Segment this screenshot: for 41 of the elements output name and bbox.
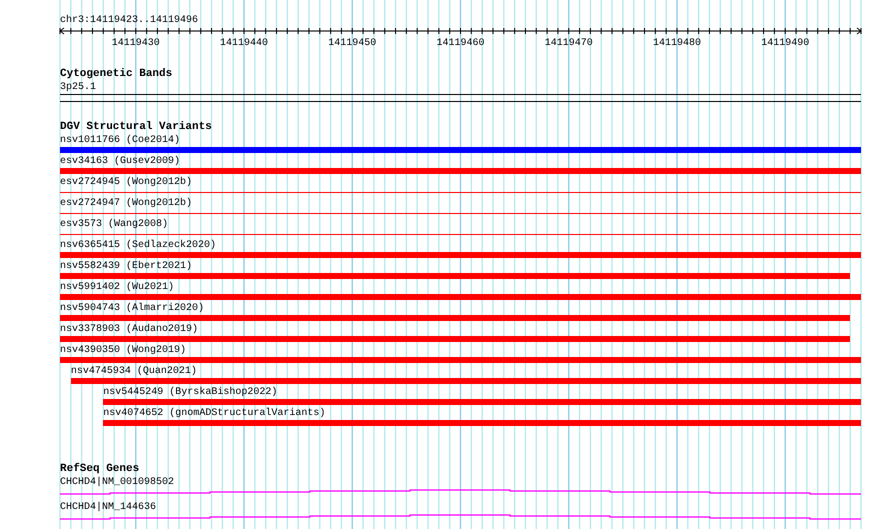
variant-label: esv3573 (Wang2008)	[60, 218, 168, 231]
location-label: chr3:14119423..14119496	[60, 14, 198, 27]
variant-label: esv34163 (Gusev2009)	[60, 155, 180, 168]
variant-label: nsv6365415 (Sedlazeck2020)	[60, 239, 216, 252]
variant-label: esv2724947 (Wong2012b)	[60, 197, 192, 210]
tick-label: 14119480	[652, 37, 701, 50]
gene-label: CHCHD4|NM_001098502	[60, 476, 174, 489]
tick-label: 14119490	[761, 37, 810, 50]
variant-bar[interactable]	[103, 399, 861, 405]
variant-bar[interactable]	[70, 378, 861, 384]
variant-bar[interactable]	[60, 147, 861, 153]
variant-label: nsv4745934 (Quan2021)	[70, 365, 197, 378]
variant-bar[interactable]	[60, 336, 850, 342]
tick-label: 14119450	[328, 37, 376, 50]
variant-label: nsv1011766 (Coe2014)	[60, 134, 180, 147]
variant-bar[interactable]	[60, 315, 850, 321]
track-title: RefSeq Genes	[60, 463, 140, 476]
tick-label: 14119470	[544, 37, 593, 50]
variant-bar[interactable]	[103, 420, 861, 426]
variant-label: nsv4390350 (Wong2019)	[60, 344, 186, 357]
variant-label: nsv5582439 (Ebert2021)	[60, 260, 192, 273]
tick-label: 14119430	[112, 37, 160, 50]
variant-bar[interactable]	[60, 273, 850, 279]
track-title: Cytogenetic Bands	[60, 68, 172, 81]
variant-label: nsv5991402 (Wu2021)	[60, 281, 174, 294]
track-title: DGV Structural Variants	[60, 121, 212, 134]
variant-bar[interactable]	[60, 252, 861, 258]
variant-label: esv2724945 (Wong2012b)	[60, 176, 192, 189]
variant-bar[interactable]	[60, 168, 861, 174]
gene-line[interactable]	[60, 514, 861, 520]
variant-label: nsv5445249 (ByrskaBishop2022)	[103, 386, 278, 399]
tick-label: 14119460	[436, 37, 484, 50]
band-label: 3p25.1	[60, 81, 96, 94]
tick-label: 14119440	[220, 37, 268, 50]
gene-line[interactable]	[60, 489, 861, 495]
variant-bar[interactable]	[60, 357, 861, 363]
variant-label: nsv4074652 (gnomADStructuralVariants)	[103, 407, 326, 420]
variant-bar[interactable]	[60, 294, 861, 300]
variant-label: nsv5904743 (Almarri2020)	[60, 302, 204, 315]
gene-label: CHCHD4|NM_144636	[60, 501, 156, 514]
variant-label: nsv3378903 (Audano2019)	[60, 323, 198, 336]
